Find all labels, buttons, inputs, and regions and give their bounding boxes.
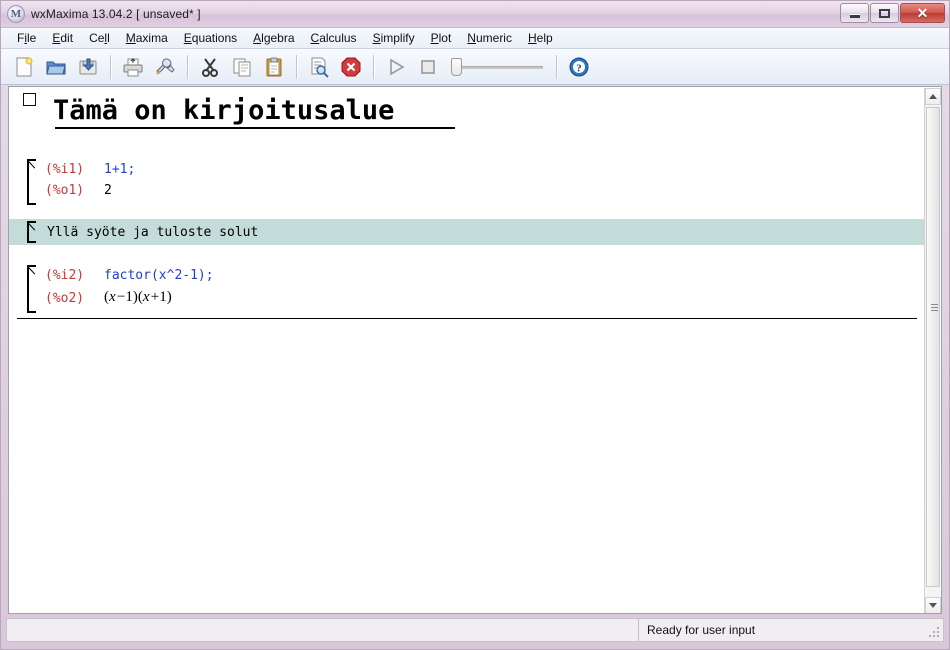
new-document-icon [16,56,33,76]
cell-bracket[interactable] [27,221,36,243]
minimize-button[interactable] [840,3,869,23]
print-icon [123,57,143,76]
menu-item-maxima[interactable]: Maxima [118,29,176,47]
menu-item-numeric[interactable]: Numeric [459,29,520,47]
status-text: Ready for user input [647,623,756,637]
scroll-up-arrow-icon [929,94,937,99]
code-cell-2[interactable]: (%i2) factor(x^2-1); (%o2) (x −1)(x +1) [9,265,925,313]
menu-item-plot[interactable]: Plot [423,29,460,47]
vertical-scrollbar[interactable] [924,88,941,613]
cell-bracket[interactable] [27,159,36,205]
menu-item-calculus[interactable]: Calculus [303,29,365,47]
menu-item-edit[interactable]: Edit [44,29,81,47]
status-right-pane: Ready for user input [639,619,943,641]
resize-grip-icon[interactable] [929,627,940,638]
input-label-2: (%i2) [45,268,85,283]
section-collapse-box[interactable] [23,93,36,106]
scroll-up-button[interactable] [925,88,941,105]
status-left-pane [7,619,639,641]
find-icon [311,57,329,78]
status-bar: Ready for user input [6,618,944,642]
help-icon: ? [569,57,589,76]
save-button[interactable] [73,52,103,82]
slider-track [455,65,543,69]
text-cell-content[interactable]: Yllä syöte ja tuloste solut [47,224,258,241]
evaluate-icon [390,58,405,75]
input-code-1[interactable]: 1+1; [104,161,135,178]
copy-icon [233,58,251,76]
find-button[interactable] [304,52,334,82]
output-label-1: (%o1) [45,183,85,198]
toolbar-separator [187,54,188,79]
menu-item-file[interactable]: File [9,29,44,47]
maximize-icon [879,8,890,18]
menu-item-help[interactable]: Help [520,29,561,47]
paste-icon [266,57,282,76]
close-icon: ✕ [916,5,929,21]
output-math-2: (x −1)(x +1) [104,289,172,305]
vertical-scroll-thumb[interactable] [926,107,940,587]
input-label-1: (%i1) [45,162,85,177]
input-code-2[interactable]: factor(x^2-1); [104,267,214,284]
code-cell-1[interactable]: (%i1) 1+1; (%o1) 2 [9,159,925,205]
menu-item-equations[interactable]: Equations [176,29,245,47]
window-title: wxMaxima 13.04.2 [ unsaved* ] [31,7,201,21]
svg-text:?: ? [576,62,582,74]
stop-icon [421,59,435,74]
cut-icon [202,57,218,77]
scroll-down-button[interactable] [925,597,941,613]
worksheet-canvas[interactable]: Tämä on kirjoitusalue (%i1) 1+1; (%o1) 2… [9,87,925,613]
evaluate-button [381,52,411,82]
cursor-insertion-line [17,318,917,319]
heading-underline [55,127,455,129]
animation-slider[interactable] [449,55,545,79]
menu-item-cell[interactable]: Cell [81,29,118,47]
open-folder-icon [46,61,66,74]
heading-cell[interactable]: Tämä on kirjoitusalue [9,89,925,145]
menu-item-simplify[interactable]: Simplify [365,29,423,47]
window-controls: ✕ [840,3,945,23]
scroll-thumb-grip-icon [931,304,938,311]
text-cell-1[interactable]: Yllä syöte ja tuloste solut [9,219,925,245]
worksheet-panel[interactable]: Tämä on kirjoitusalue (%i1) 1+1; (%o1) 2… [8,86,942,614]
toolbar-separator [110,54,111,79]
menu-item-algebra[interactable]: Algebra [245,29,302,47]
cell-bracket[interactable] [27,265,36,313]
open-folder-button[interactable] [41,52,71,82]
print-button[interactable] [118,52,148,82]
maxima-logo-icon: M [7,5,25,23]
minimize-icon [849,15,860,18]
wxmaxima-window: M wxMaxima 13.04.2 [ unsaved* ] ✕ File E… [0,0,950,650]
maximize-button[interactable] [870,3,899,23]
toolbar-separator [556,54,557,79]
output-label-2: (%o2) [45,291,85,306]
toolbar: ? [1,49,949,85]
heading-text: Tämä on kirjoitusalue [53,95,395,126]
toolbar-separator [373,54,374,79]
interrupt-button[interactable] [336,52,366,82]
output-value-1: 2 [104,183,112,198]
preferences-button[interactable] [150,52,180,82]
preferences-icon [156,57,175,75]
menu-bar: File Edit Cell Maxima Equations Algebra … [1,28,949,49]
copy-button[interactable] [227,52,257,82]
interrupt-icon [341,57,361,76]
close-button[interactable]: ✕ [900,3,945,23]
cut-button[interactable] [195,52,225,82]
save-icon [79,58,97,74]
new-document-button[interactable] [9,52,39,82]
scroll-down-arrow-icon [929,603,937,608]
help-button[interactable]: ? [564,52,594,82]
toolbar-separator [296,54,297,79]
paste-button[interactable] [259,52,289,82]
slider-thumb[interactable] [451,57,462,76]
stop-button [413,52,443,82]
title-bar[interactable]: M wxMaxima 13.04.2 [ unsaved* ] ✕ [1,1,949,28]
